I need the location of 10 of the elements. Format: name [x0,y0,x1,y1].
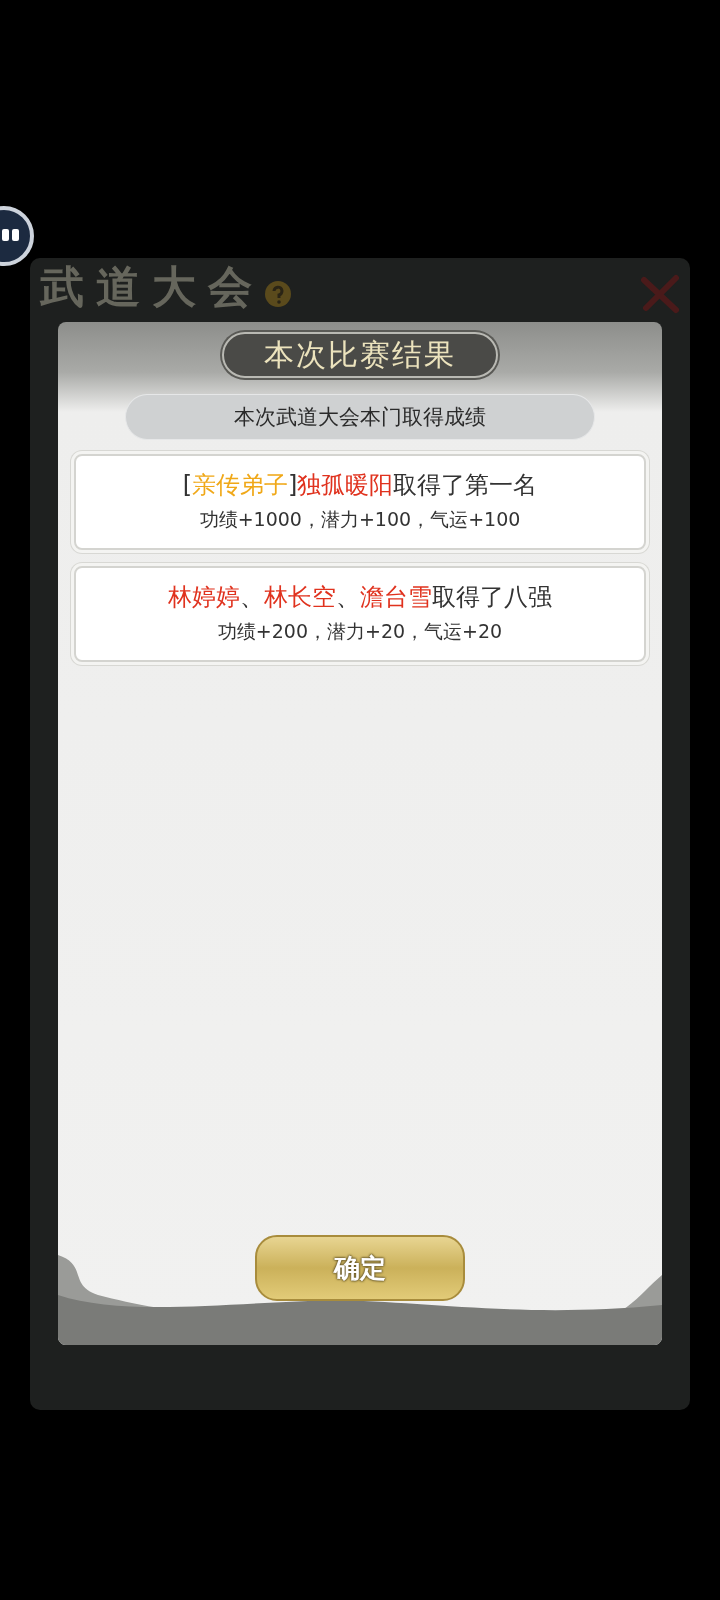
reward-text: 功绩+1000，潜力+100，气运+100 [198,507,522,532]
panel-title: 武道大会 [40,260,264,314]
help-icon[interactable] [264,280,292,308]
reward-text: 功绩+200，潜力+20，气运+20 [216,619,504,644]
confirm-button[interactable]: 确定 [255,1235,465,1301]
result-headline: 林婷婷、林长空、澹台雪取得了八强 [167,582,553,613]
dialog-subtitle: 本次武道大会本门取得成绩 [125,394,595,440]
close-icon[interactable] [640,274,680,314]
dialog-title: 本次比赛结果 [222,332,498,378]
result-headline: [亲传弟子]独孤暖阳取得了第一名 [181,470,539,501]
